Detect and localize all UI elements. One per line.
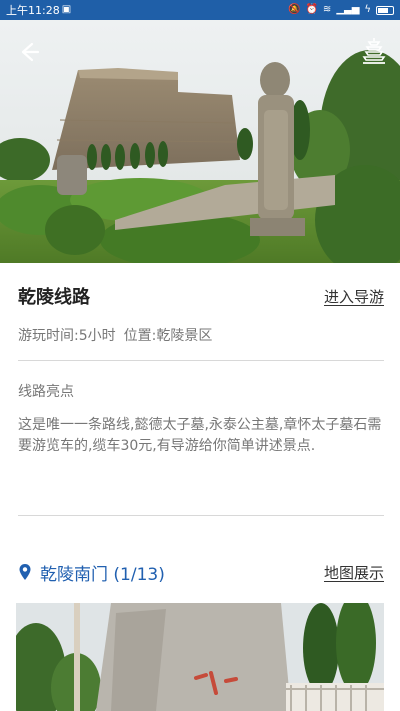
guide-button[interactable] [360,36,388,66]
hero-photo [0,20,400,263]
back-button[interactable] [14,38,42,66]
stop-image [16,603,384,711]
battery-icon [376,5,394,15]
highlight-label: 线路亮点 [18,384,74,400]
wifi-icon: ≋ [322,4,332,15]
route-location: 位置:乾陵景区 [123,328,213,344]
route-title: 乾陵线路 [18,287,90,308]
route-meta: 游玩时间:5小时 位置:乾陵景区 [18,325,212,345]
notification-icon: ▣ [61,4,72,15]
pagoda-guide-icon [362,38,386,64]
stop-name: 乾陵南门 (1/13) [40,564,165,585]
alarm-icon: ⏰ [305,4,318,15]
divider [18,360,384,361]
highlight-text: 这是唯一一条路线,懿德太子墓,永泰公主墓,章怀太子墓石需要游览车的,缆车30元,… [18,417,382,454]
stop-photo [16,603,384,711]
stop-row: 乾陵南门 (1/13) 地图展示 [18,560,384,585]
hero-image [0,20,400,263]
status-time: 上午11:28 [6,4,60,17]
location-pin-icon [19,564,31,580]
status-right: 🔕 ⏰ ≋ ▁▃▅ ϟ [288,5,394,15]
route-header: 乾陵线路 进入导游 [18,285,384,308]
enter-guide-link[interactable]: 进入导游 [324,286,384,307]
map-show-link[interactable]: 地图展示 [324,562,384,583]
charging-icon: ϟ [364,4,371,15]
back-arrow-icon [21,42,40,62]
divider [18,515,384,516]
status-left: 上午11:28 ▣ [6,2,71,18]
signal-icon: ▁▃▅ [336,4,360,15]
stop-title-link[interactable]: 乾陵南门 (1/13) [18,560,165,585]
mute-icon: 🔕 [288,4,301,15]
status-bar: 上午11:28 ▣ 🔕 ⏰ ≋ ▁▃▅ ϟ [0,0,400,20]
route-duration: 游玩时间:5小时 [18,328,116,344]
